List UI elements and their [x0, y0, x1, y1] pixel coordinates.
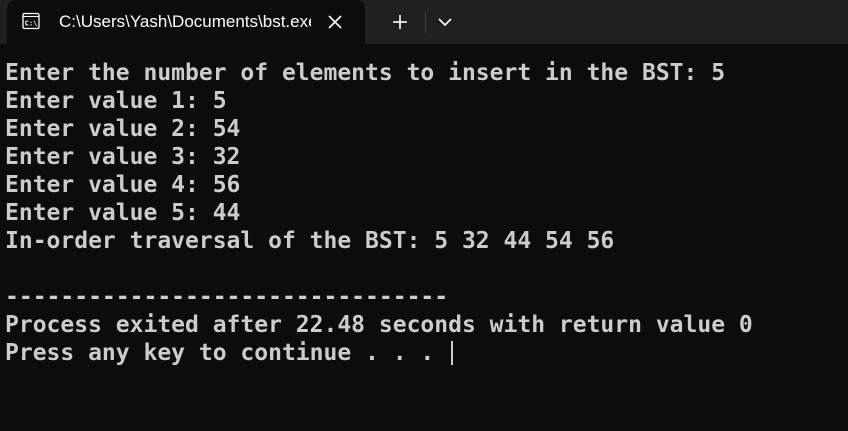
- console-output[interactable]: Enter the number of elements to insert i…: [0, 44, 848, 431]
- separator-line: --------------------------------: [5, 284, 449, 310]
- prompt-value-5: Enter value 5: 44: [5, 200, 241, 226]
- chevron-down-icon[interactable]: [432, 10, 458, 34]
- active-tab[interactable]: C:\ C:\Users\Yash\Documents\bst.exe: [7, 0, 365, 44]
- prompt-value-1: Enter value 1: 5: [5, 88, 227, 114]
- tab-bar: C:\ C:\Users\Yash\Documents\bst.exe: [0, 0, 848, 44]
- prompt-element-count: Enter the number of elements to insert i…: [5, 60, 726, 86]
- prompt-value-3: Enter value 3: 32: [5, 144, 241, 170]
- continue-prompt: Press any key to continue . . .: [5, 340, 449, 366]
- prompt-value-4: Enter value 4: 56: [5, 172, 241, 198]
- svg-text:C:\: C:\: [25, 20, 38, 28]
- tab-title: C:\Users\Yash\Documents\bst.exe: [59, 12, 311, 31]
- text-cursor: [451, 341, 453, 365]
- tab-divider: [425, 11, 426, 33]
- process-exit-message: Process exited after 22.48 seconds with …: [5, 312, 753, 338]
- terminal-window: C:\ C:\Users\Yash\Documents\bst.exe Ente…: [0, 0, 848, 431]
- close-icon[interactable]: [325, 12, 345, 32]
- traversal-output: In-order traversal of the BST: 5 32 44 5…: [5, 228, 615, 254]
- plus-icon[interactable]: [384, 10, 416, 34]
- prompt-value-2: Enter value 2: 54: [5, 116, 241, 142]
- terminal-icon: C:\: [22, 12, 40, 30]
